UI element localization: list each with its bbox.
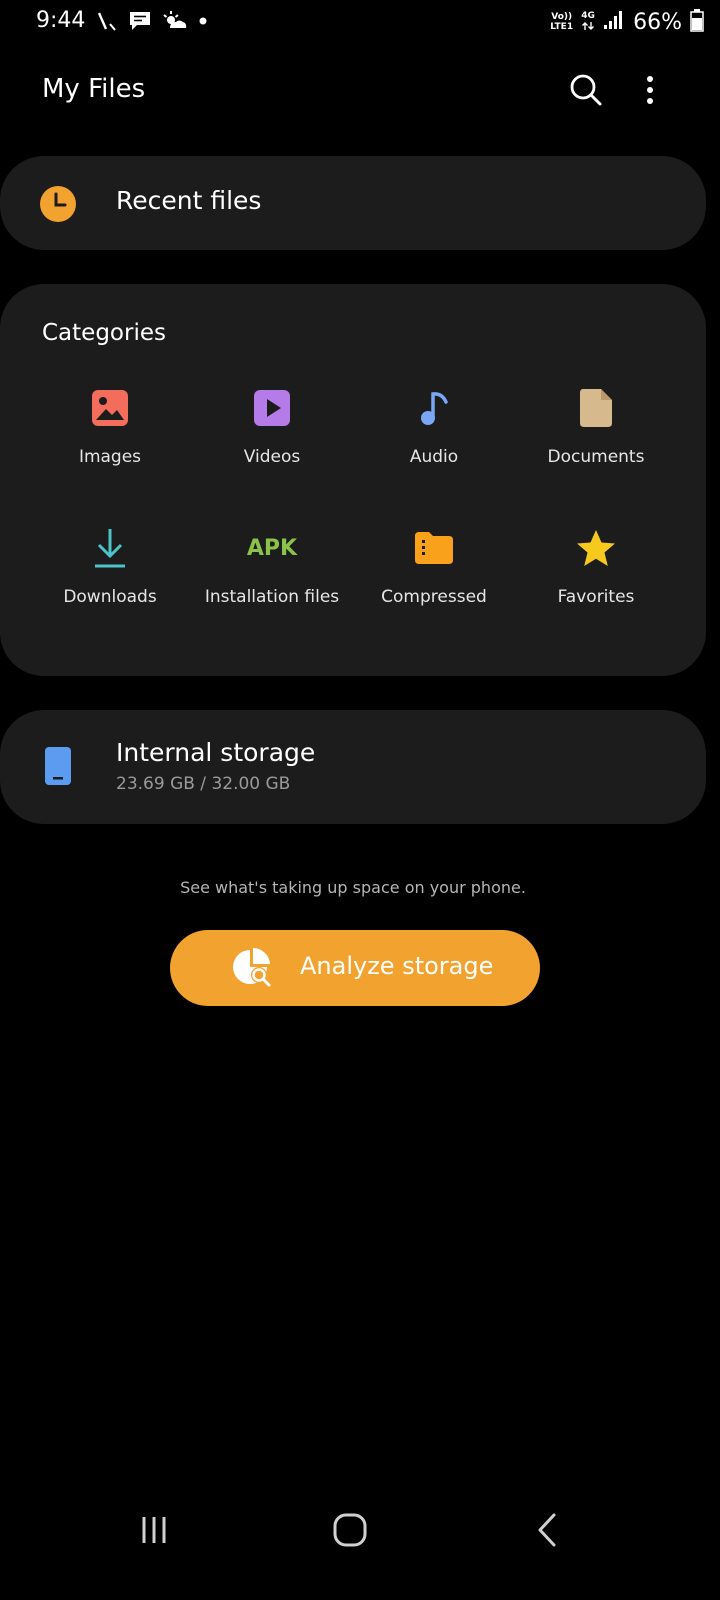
categories-title: Categories [42,320,166,346]
search-button[interactable] [564,70,608,114]
notification-dot-icon [198,10,208,36]
recent-apps-icon [139,1515,169,1549]
back-button[interactable] [520,1504,576,1560]
analyze-storage-button[interactable]: Analyze storage [170,930,540,1006]
recent-files-label: Recent files [116,186,262,215]
category-label: Favorites [557,587,635,607]
category-label: Videos [243,447,301,467]
network-type-indicator: 4G [581,11,595,34]
image-icon [30,384,190,432]
recent-files-card[interactable]: Recent files [0,156,706,250]
category-label: Installation files [204,587,340,607]
status-bar: 9:44 Vo)) LTE1 4G 66% [0,0,720,48]
analyze-hint: See what's taking up space on your phone… [180,878,526,897]
category-compressed[interactable]: Compressed [354,524,514,609]
category-documents[interactable]: Documents [516,384,676,469]
back-icon [536,1513,560,1551]
category-label: Images [78,447,142,467]
category-label: Downloads [63,587,157,607]
category-videos[interactable]: Videos [192,384,352,469]
signal-slash-icon [96,10,118,36]
category-label: Audio [409,447,459,467]
data-arrows-icon [581,21,595,34]
home-icon [333,1513,367,1551]
category-audio[interactable]: Audio [354,384,514,469]
categories-card: Categories Images Videos Audio Documents… [0,284,706,676]
volte-indicator: Vo)) LTE1 [550,12,574,32]
message-icon [128,10,152,36]
download-icon [30,524,190,572]
document-icon [516,384,676,432]
clock-icon [38,184,78,228]
category-installation-files[interactable]: APK Installation files [192,524,352,609]
category-favorites[interactable]: Favorites [516,524,676,609]
music-note-icon [354,384,514,432]
signal-strength-icon [603,9,625,35]
star-icon [516,524,676,572]
analyze-storage-label: Analyze storage [300,952,494,980]
storage-title: Internal storage [116,738,316,767]
status-time: 9:44 [36,8,86,33]
video-icon [192,384,352,432]
battery-percent: 66% [633,9,682,35]
phone-storage-icon [44,746,72,790]
category-images[interactable]: Images [30,384,190,469]
search-icon [569,73,603,111]
category-downloads[interactable]: Downloads [30,524,190,609]
more-options-icon [646,75,654,109]
apk-icon: APK [246,535,298,561]
compressed-folder-icon [354,524,514,572]
internal-storage-card[interactable]: Internal storage 23.69 GB / 32.00 GB [0,710,706,824]
navigation-bar [0,1490,720,1570]
battery-icon [690,8,704,36]
home-button[interactable] [322,1504,378,1560]
storage-usage: 23.69 GB / 32.00 GB [116,774,291,794]
page-title: My Files [42,74,146,104]
category-label: Compressed [381,587,487,607]
recent-apps-button[interactable] [126,1504,182,1560]
weather-icon [162,10,188,36]
more-options-button[interactable] [628,70,672,114]
category-label: Documents [547,447,645,467]
analyze-storage-icon [232,948,274,992]
